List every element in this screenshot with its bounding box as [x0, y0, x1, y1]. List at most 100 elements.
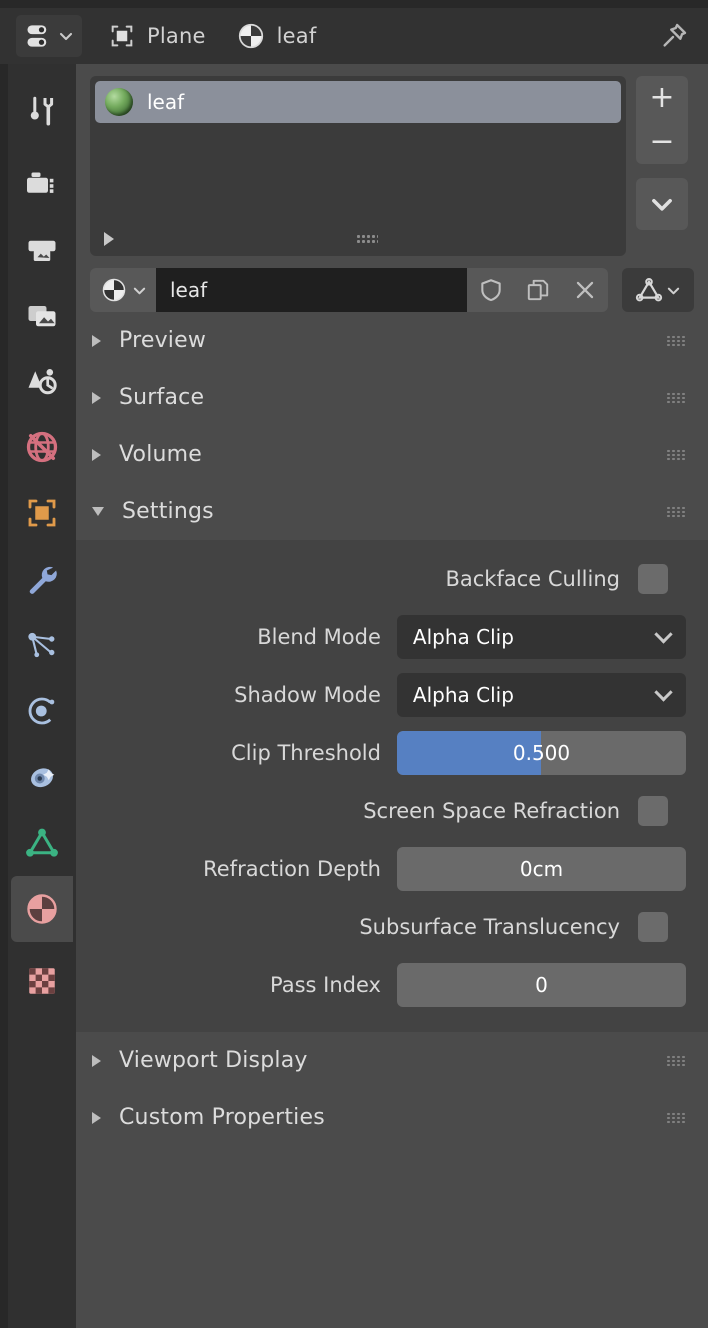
pass-index-label: Pass Index: [270, 973, 381, 997]
properties-header: Plane leaf: [0, 8, 708, 64]
sidebar-item-scene[interactable]: [11, 348, 73, 414]
properties-tab-column: [8, 64, 76, 1328]
subsurface-translucency-checkbox[interactable]: [638, 912, 668, 942]
clip-threshold-slider[interactable]: 0.500: [396, 731, 686, 775]
panel-header-custom-properties[interactable]: Custom Properties: [76, 1089, 708, 1146]
material-slot-label: leaf: [147, 90, 185, 114]
properties-main-panel: leaf + − leaf Preview Surface Volume Set…: [76, 64, 708, 1328]
panel-title-settings: Settings: [122, 499, 214, 524]
blend-mode-dropdown[interactable]: Alpha Clip: [396, 615, 686, 659]
chevron-down-icon: [92, 507, 104, 516]
physics-orbit-icon: [24, 693, 60, 729]
editor-type-selector[interactable]: [16, 15, 82, 57]
sidebar-item-object-constraints[interactable]: [11, 744, 73, 810]
screen-space-refraction-checkbox[interactable]: [638, 796, 668, 826]
blender-properties-editor: Plane leaf leaf + − leaf Preview Surface…: [0, 0, 708, 1328]
sidebar-item-texture[interactable]: [11, 948, 73, 1014]
screen-space-refraction-label: Screen Space Refraction: [363, 799, 620, 823]
world-globe-icon: [24, 429, 60, 465]
material-preview-sphere-icon: [105, 88, 133, 116]
sidebar-item-object[interactable]: [11, 480, 73, 546]
sidebar-item-physics[interactable]: [11, 678, 73, 744]
add-material-slot-button[interactable]: +: [636, 76, 688, 120]
breadcrumb-object-label: Plane: [147, 24, 206, 48]
grip-dots-icon: [666, 505, 686, 518]
browse-material-button[interactable]: [90, 268, 156, 312]
panel-header-viewport-display[interactable]: Viewport Display: [76, 1032, 708, 1089]
material-sphere-icon: [100, 276, 128, 304]
sidebar-item-render[interactable]: [11, 150, 73, 216]
grip-dots-icon: [666, 1054, 686, 1067]
panel-header-preview[interactable]: Preview: [76, 312, 708, 369]
sidebar-item-world[interactable]: [11, 414, 73, 480]
tool-screwdriver-wrench-icon: [24, 93, 60, 129]
sidebar-item-modifiers[interactable]: [11, 546, 73, 612]
sidebar-item-view-layer[interactable]: [11, 282, 73, 348]
material-specials-menu-button[interactable]: [636, 178, 688, 230]
chevron-down-icon: [649, 191, 675, 217]
backface-culling-checkbox[interactable]: [638, 564, 668, 594]
unlink-material-button[interactable]: [561, 268, 608, 312]
material-slot-buttons: + −: [636, 76, 694, 256]
panel-title-surface: Surface: [119, 385, 205, 410]
chevron-right-icon: [92, 1054, 101, 1067]
panel-header-surface[interactable]: Surface: [76, 369, 708, 426]
grip-dots-icon: [666, 1111, 686, 1124]
panel-title-volume: Volume: [119, 442, 203, 467]
object-data-plane-icon: [108, 22, 136, 50]
property-row-clip-threshold: Clip Threshold 0.500: [90, 724, 686, 782]
panel-title-preview: Preview: [119, 328, 207, 353]
chevron-right-icon: [92, 334, 101, 347]
material-sphere-icon: [24, 891, 60, 927]
properties-editor-icon: [25, 21, 55, 51]
list-item[interactable]: leaf: [95, 81, 621, 123]
pin-id-button[interactable]: [654, 16, 694, 56]
copy-pages-icon: [525, 277, 551, 303]
breadcrumb-item-object[interactable]: Plane: [104, 15, 210, 57]
property-row-backface-culling: Backface Culling: [90, 550, 686, 608]
grip-dots-icon: [666, 391, 686, 404]
render-camera-icon: [24, 165, 60, 201]
backface-culling-label: Backface Culling: [445, 567, 620, 591]
material-slot-section: leaf + −: [76, 64, 708, 256]
fake-user-button[interactable]: [467, 268, 514, 312]
blend-mode-label: Blend Mode: [257, 625, 381, 649]
refraction-depth-field[interactable]: 0cm: [396, 847, 686, 891]
property-row-refraction-depth: Refraction Depth 0cm: [90, 840, 686, 898]
chevron-right-icon: [92, 448, 101, 461]
sidebar-item-object-data[interactable]: [11, 810, 73, 876]
material-slot-list[interactable]: leaf: [90, 76, 626, 256]
remove-material-slot-button[interactable]: −: [636, 120, 688, 164]
pin-icon: [659, 21, 689, 51]
panel-header-settings[interactable]: Settings: [76, 483, 708, 540]
breadcrumb-item-material[interactable]: leaf: [232, 15, 321, 57]
sidebar-item-material[interactable]: [11, 876, 73, 942]
shadow-mode-dropdown[interactable]: Alpha Clip: [396, 673, 686, 717]
blend-mode-value: Alpha Clip: [412, 625, 514, 649]
sidebar-item-output[interactable]: [11, 216, 73, 282]
constraints-clamp-icon: [24, 759, 60, 795]
property-row-subsurface-translucency: Subsurface Translucency: [90, 898, 686, 956]
pass-index-field[interactable]: 0: [396, 963, 686, 1007]
panel-title-viewport-display: Viewport Display: [119, 1048, 308, 1073]
grip-dots-icon: [666, 448, 686, 461]
new-material-copy-button[interactable]: [514, 268, 561, 312]
pass-index-value: 0: [535, 973, 548, 997]
panel-header-volume[interactable]: Volume: [76, 426, 708, 483]
close-x-icon: [572, 277, 598, 303]
sidebar-item-particles[interactable]: [11, 612, 73, 678]
material-name-input[interactable]: leaf: [156, 268, 467, 312]
scene-cone-sphere-icon: [24, 363, 60, 399]
refraction-depth-value: 0cm: [519, 857, 564, 881]
sidebar-item-tool[interactable]: [11, 78, 73, 144]
chevron-right-icon: [92, 1111, 101, 1124]
grip-dots-icon[interactable]: [356, 234, 378, 244]
chevron-down-icon: [666, 283, 681, 298]
shadow-mode-value: Alpha Clip: [412, 683, 514, 707]
grip-dots-icon: [666, 334, 686, 347]
modifier-wrench-icon: [24, 561, 60, 597]
property-row-blend-mode: Blend Mode Alpha Clip: [90, 608, 686, 666]
object-square-icon: [24, 495, 60, 531]
mesh-data-dropdown[interactable]: [622, 268, 694, 312]
expand-triangle-icon[interactable]: [104, 232, 114, 246]
